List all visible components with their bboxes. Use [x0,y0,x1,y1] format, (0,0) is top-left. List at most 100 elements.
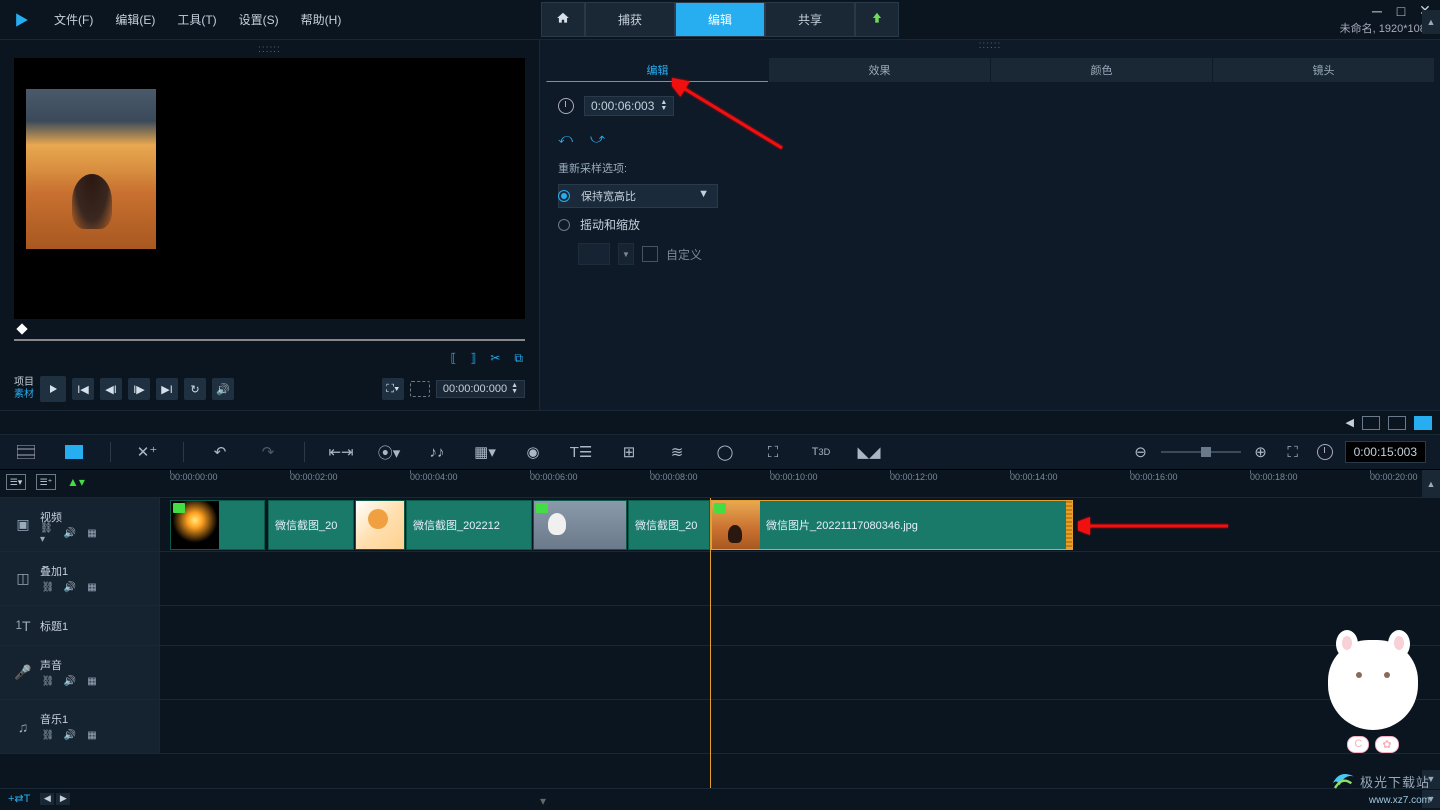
track-options-button[interactable]: ☰▾ [6,474,26,490]
custom-swatch[interactable] [578,243,610,265]
speed-button[interactable]: ≋ [665,440,689,464]
preview-timecode[interactable]: 00:00:00:000 ▲▼ [436,380,525,398]
track-toggle-button[interactable]: ▲▾ [66,474,86,490]
timeline-mode-button[interactable] [62,440,86,464]
preview-canvas[interactable] [14,58,525,319]
redo-button[interactable]: ↷ [256,440,280,464]
record-button[interactable]: ⦿▾ [377,440,401,464]
view-timeline-button[interactable] [1388,416,1406,430]
track-lock-button[interactable]: ▦ [84,675,100,689]
motion-button[interactable]: ◯ [713,440,737,464]
tab-edit[interactable]: 编辑 [675,2,765,37]
duration-spinner[interactable]: ▲▼ [660,100,667,112]
project-mode-label[interactable]: 项目 [14,377,34,389]
track-mute-button[interactable]: 🔊 [62,581,78,595]
clip-1[interactable] [170,500,265,550]
track-lock-button[interactable]: ▦ [84,527,100,541]
track-button[interactable]: ⛶ [761,440,785,464]
menu-help[interactable]: 帮助(H) [299,7,344,32]
pane-drag-handle[interactable]: :::::: [4,44,535,52]
prop-tab-edit[interactable]: 编辑 [546,58,768,82]
clip-4[interactable]: 微信截图_202212 [406,500,532,550]
loop-button[interactable]: ↻ [184,378,206,400]
props-scroll-up[interactable]: ▲ [1422,10,1440,34]
track-mute-button[interactable]: 🔊 [62,675,78,689]
window-minimize-button[interactable]: ─ [1370,4,1384,18]
material-mode-label[interactable]: 素材 [14,389,34,401]
render-button[interactable]: ▦▾ [473,440,497,464]
zoom-fit-button[interactable]: ⛶ [1281,440,1305,464]
play-button[interactable] [40,376,66,402]
crop-icon[interactable] [642,246,658,262]
window-maximize-button[interactable]: □ [1394,4,1408,18]
goto-end-button[interactable]: ▶I [156,378,178,400]
storyboard-mode-button[interactable] [14,440,38,464]
next-frame-button[interactable]: I▶ [128,378,150,400]
trim-button[interactable]: ⇤⇥ [329,440,353,464]
clip-6[interactable]: 微信截图_20 [628,500,710,550]
zoom-in-button[interactable]: ⊕ [1249,440,1273,464]
pane-resize-handle[interactable]: ▾ [540,794,546,808]
collapse-left-icon[interactable]: ◀ [1346,416,1354,429]
menu-settings[interactable]: 设置(S) [237,7,281,32]
clip-2[interactable]: 微信截图_20 [268,500,354,550]
hscroll-right[interactable]: ▶ [56,793,70,805]
scrub-bar[interactable] [14,339,525,341]
timeline-scroll-up[interactable]: ▲ [1422,470,1440,498]
track-link-button[interactable]: ⛓ [40,729,56,743]
rotate-right-button[interactable]: ⤻ [590,130,610,146]
track-lock-button[interactable]: ▦ [84,729,100,743]
cut-icon[interactable]: ✂ [490,351,500,366]
tab-home[interactable] [541,2,585,37]
tab-capture[interactable]: 捕获 [585,2,675,37]
tab-share[interactable]: 共享 [765,2,855,37]
undo-button[interactable]: ↶ [208,440,232,464]
3d-title-button[interactable]: T3D [809,440,833,464]
track-mute-button[interactable]: 🔊 [62,527,78,541]
volume-button[interactable]: 🔊 [212,378,234,400]
track-link-button[interactable]: ⛓▾ [40,527,56,541]
snapshot-icon[interactable]: ⧉ [514,351,523,366]
prev-frame-button[interactable]: ◀I [100,378,122,400]
goto-start-button[interactable]: I◀ [72,378,94,400]
audio-button[interactable]: ♪♪ [425,440,449,464]
keep-ratio-radio[interactable] [558,190,570,202]
track-link-button[interactable]: ⛓ [40,675,56,689]
tab-upload[interactable] [855,2,899,37]
pan-zoom-radio[interactable] [558,219,570,231]
zoom-out-button[interactable]: ⊖ [1129,440,1153,464]
track-lock-button[interactable]: ▦ [84,581,100,595]
view-storyboard-button[interactable] [1362,416,1380,430]
prop-tab-color[interactable]: 颜色 [990,58,1212,82]
duration-input[interactable]: 0:00:06:003 ▲▼ [584,96,674,116]
keep-ratio-combo[interactable]: 保持宽高比 ▼ [558,184,718,208]
mark-in-icon[interactable]: ⟦ [450,351,456,366]
zoom-slider[interactable] [1161,451,1241,453]
layers-button[interactable]: ◉ [521,440,545,464]
menu-tools[interactable]: 工具(T) [175,7,218,32]
add-track-button[interactable]: +⇄T [8,792,30,805]
clip-5-thumb[interactable] [533,500,627,550]
aspect-button[interactable]: ⛶▾ [382,378,404,400]
custom-dropdown[interactable]: ▼ [618,243,634,265]
track-mute-button[interactable]: 🔊 [62,729,78,743]
track-add-button[interactable]: ☰⁺ [36,474,56,490]
safe-zone-button[interactable] [410,381,430,397]
rotate-left-button[interactable]: ⤺ [558,130,578,146]
menu-file[interactable]: 文件(F) [52,7,95,32]
mask-button[interactable]: ◣◢ [857,440,881,464]
grid-button[interactable]: ⊞ [617,440,641,464]
scrub-marker[interactable] [16,323,27,334]
tools-button[interactable]: ✕⁺ [135,440,159,464]
prop-tab-effect[interactable]: 效果 [768,58,990,82]
view-edit-button[interactable] [1414,416,1432,430]
timeline-timecode[interactable]: 0:00:15:003 [1345,441,1426,463]
subtitle-button[interactable]: T☰ [569,440,593,464]
menu-edit[interactable]: 编辑(E) [113,7,157,32]
hscroll-left[interactable]: ◀ [40,793,54,805]
clip-3-thumb[interactable] [355,500,405,550]
pane-drag-handle-2[interactable]: :::::: [540,40,1440,48]
playhead[interactable] [710,498,711,788]
clip-selected[interactable]: 微信图片_20221117080346.jpg [711,500,1073,550]
mark-out-icon[interactable]: ⟧ [470,351,476,366]
